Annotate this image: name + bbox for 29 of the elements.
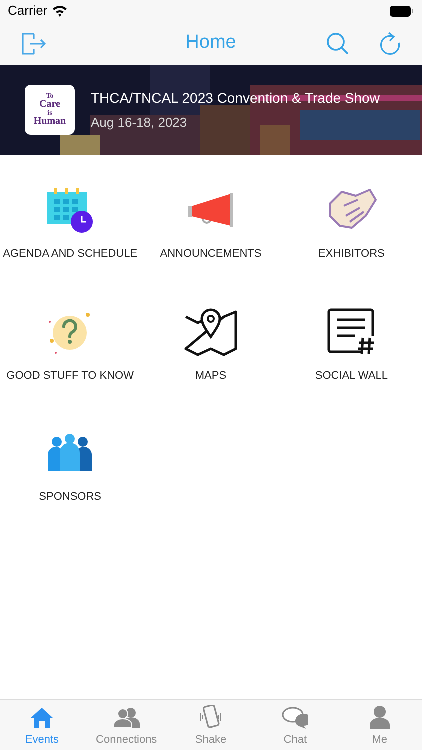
vibrating-phone-icon xyxy=(198,704,224,728)
logo-text: Care xyxy=(40,100,60,110)
document-hashtag-icon xyxy=(326,308,377,356)
logout-button[interactable] xyxy=(20,30,46,56)
page-title: Home xyxy=(186,31,236,56)
battery-icon xyxy=(390,6,414,16)
menu-tile[interactable]: EXHIBITORS xyxy=(281,181,422,262)
exit-icon xyxy=(20,30,46,56)
menu-tile[interactable]: SOCIAL WALL xyxy=(281,302,422,384)
menu-tile[interactable]: MAPS xyxy=(140,302,282,384)
refresh-icon xyxy=(380,30,402,56)
calendar-clock-icon xyxy=(46,186,94,234)
wifi-icon xyxy=(52,5,68,17)
menu-tile[interactable]: SPONSORS xyxy=(0,424,141,506)
event-title: THCA/TNCAL 2023 Convention & Trade Show xyxy=(91,88,380,108)
search-icon xyxy=(326,32,350,56)
people-icon xyxy=(47,433,94,473)
person-icon xyxy=(368,704,391,728)
search-button[interactable] xyxy=(326,32,350,56)
carrier-label: Carrier xyxy=(8,2,48,20)
menu-tile[interactable]: GOOD STUFF TO KNOW xyxy=(0,302,141,384)
menu-tile[interactable]: ANNOUNCEMENTS xyxy=(140,181,282,262)
chat-bubbles-icon xyxy=(282,706,308,728)
event-dates: Aug 16-18, 2023 xyxy=(91,114,188,132)
logo-text: Human xyxy=(34,117,66,127)
home-icon xyxy=(30,706,54,728)
two-people-icon xyxy=(112,706,141,728)
refresh-button[interactable] xyxy=(380,30,402,56)
menu-tile[interactable]: AGENDA AND SCHEDULE xyxy=(0,181,141,262)
